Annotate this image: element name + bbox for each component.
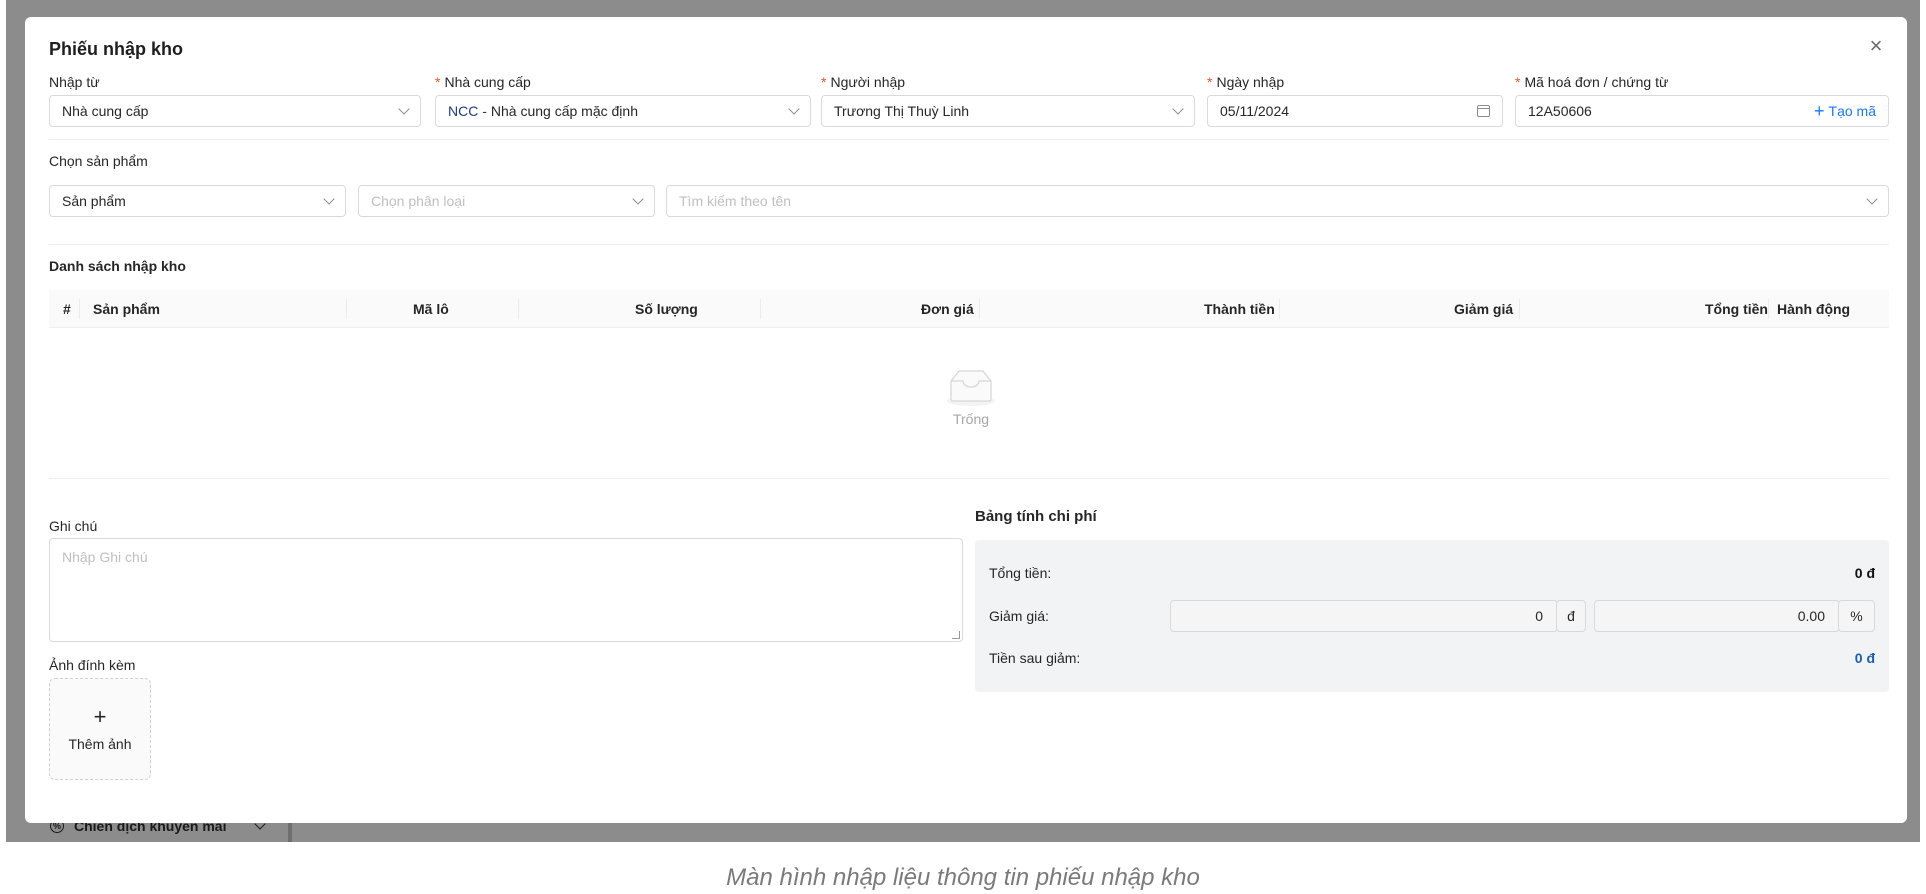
chevron-down-icon	[1866, 193, 1878, 205]
column-separator	[346, 299, 347, 319]
plus-icon: +	[1814, 101, 1825, 121]
total-label: Tổng tiền:	[989, 565, 1052, 581]
divider	[49, 139, 1889, 140]
chevron-down-icon	[788, 103, 800, 115]
column-header: Giảm giá	[1454, 301, 1514, 317]
cost-table-title: Bảng tính chi phí	[975, 508, 1097, 525]
after-discount-value: 0 đ	[1854, 650, 1875, 666]
column-header: Hành động	[1777, 301, 1851, 317]
column-header: Số lượng	[635, 301, 698, 317]
import-modal: Phiếu nhập kho × Nhập từ Nhà cung cấp * N…	[25, 17, 1907, 823]
import-list-title: Danh sách nhập kho	[49, 258, 186, 274]
product-search-placeholder: Tìm kiếm theo tên	[679, 193, 792, 209]
column-header: Thành tiền	[1204, 301, 1275, 317]
column-separator	[979, 299, 980, 319]
column-header: Đơn giá	[921, 301, 974, 317]
import-date-picker[interactable]: 05/11/2024	[1207, 95, 1503, 127]
importer-value: Trương Thị Thuỳ Linh	[834, 103, 970, 119]
column-header: Sản phẩm	[93, 301, 160, 317]
import-from-label: Nhập từ	[49, 74, 100, 90]
divider	[49, 244, 1889, 245]
importer-select[interactable]: Trương Thị Thuỳ Linh	[821, 95, 1195, 127]
required-mark: *	[821, 74, 827, 90]
import-from-select[interactable]: Nhà cung cấp	[49, 95, 421, 127]
chevron-down-icon	[1172, 103, 1184, 115]
plus-icon: +	[93, 704, 107, 729]
column-separator	[1519, 299, 1520, 319]
discount-percent-input[interactable]: 0.00	[1594, 600, 1840, 632]
calendar-icon[interactable]	[1477, 105, 1490, 117]
generate-code-button[interactable]: + Tạo mã	[1814, 101, 1876, 121]
cost-table-panel: Tổng tiền: 0 đ Giảm giá: 0 đ 0.00 % Tiền…	[975, 540, 1889, 692]
chevron-down-icon	[632, 193, 644, 205]
discount-amount-input[interactable]: 0	[1170, 600, 1558, 632]
import-date-label: * Ngày nhập	[1207, 74, 1285, 90]
empty-box-icon	[945, 367, 997, 407]
required-mark: *	[1207, 74, 1213, 90]
column-separator	[518, 299, 519, 319]
supplier-select[interactable]: NCC - Nhà cung cấp mặc định	[435, 95, 811, 127]
notes-placeholder: Nhập Ghi chú	[62, 549, 148, 565]
notes-textarea[interactable]: Nhập Ghi chú	[49, 538, 963, 642]
supplier-label: * Nhà cung cấp	[435, 74, 531, 90]
attachments-label: Ảnh đính kèm	[49, 657, 136, 673]
required-mark: *	[1515, 74, 1521, 90]
empty-state: Trống	[921, 367, 1021, 427]
product-type-value: Sản phẩm	[62, 193, 126, 209]
product-search-select[interactable]: Tìm kiếm theo tên	[666, 185, 1889, 217]
import-date-value: 05/11/2024	[1220, 103, 1290, 119]
page: % Chiến dịch khuyến mãi Phiếu nhập kho ×…	[0, 0, 1926, 894]
column-separator	[1768, 299, 1769, 319]
chevron-down-icon	[398, 103, 410, 115]
required-mark: *	[435, 74, 441, 90]
category-select[interactable]: Chọn phân loại	[358, 185, 655, 217]
modal-title: Phiếu nhập kho	[49, 39, 184, 59]
add-image-label: Thêm ảnh	[68, 736, 132, 752]
after-discount-label: Tiền sau giảm:	[989, 650, 1081, 666]
product-picker-label: Chọn sản phẩm	[49, 153, 148, 169]
add-image-button[interactable]: + Thêm ảnh	[49, 678, 151, 780]
figure-caption: Màn hình nhập liệu thông tin phiếu nhập …	[726, 864, 1200, 891]
discount-label: Giảm giá:	[989, 608, 1049, 624]
empty-text: Trống	[952, 411, 990, 427]
divider	[49, 478, 1889, 479]
resize-handle-icon[interactable]	[952, 631, 960, 639]
total-value: 0 đ	[1854, 565, 1875, 581]
supplier-code: NCC -	[448, 103, 487, 119]
column-header: #	[63, 301, 71, 317]
discount-percent-unit: %	[1838, 600, 1875, 632]
close-icon[interactable]: ×	[1865, 35, 1887, 57]
invoice-code-input[interactable]: 12A50606 + Tạo mã	[1515, 95, 1889, 127]
category-placeholder: Chọn phân loại	[371, 193, 466, 209]
supplier-value: Nhà cung cấp mặc định	[490, 103, 638, 119]
invoice-code-value: 12A50606	[1528, 103, 1592, 119]
importer-label: * Người nhập	[821, 74, 906, 90]
chevron-down-icon	[323, 193, 335, 205]
import-table-header: # Sản phẩm Mã lô Số lượng Đơn giá Thành …	[49, 290, 1889, 328]
column-header: Mã lô	[413, 301, 449, 317]
import-from-value: Nhà cung cấp	[62, 103, 149, 119]
column-header: Tổng tiền	[1705, 301, 1768, 317]
notes-label: Ghi chú	[49, 518, 98, 534]
invoice-code-label: * Mã hoá đơn / chứng từ	[1515, 74, 1669, 90]
product-type-select[interactable]: Sản phẩm	[49, 185, 346, 217]
column-separator	[1279, 299, 1280, 319]
column-separator	[79, 299, 80, 319]
discount-amount-unit: đ	[1556, 600, 1586, 632]
column-separator	[760, 299, 761, 319]
